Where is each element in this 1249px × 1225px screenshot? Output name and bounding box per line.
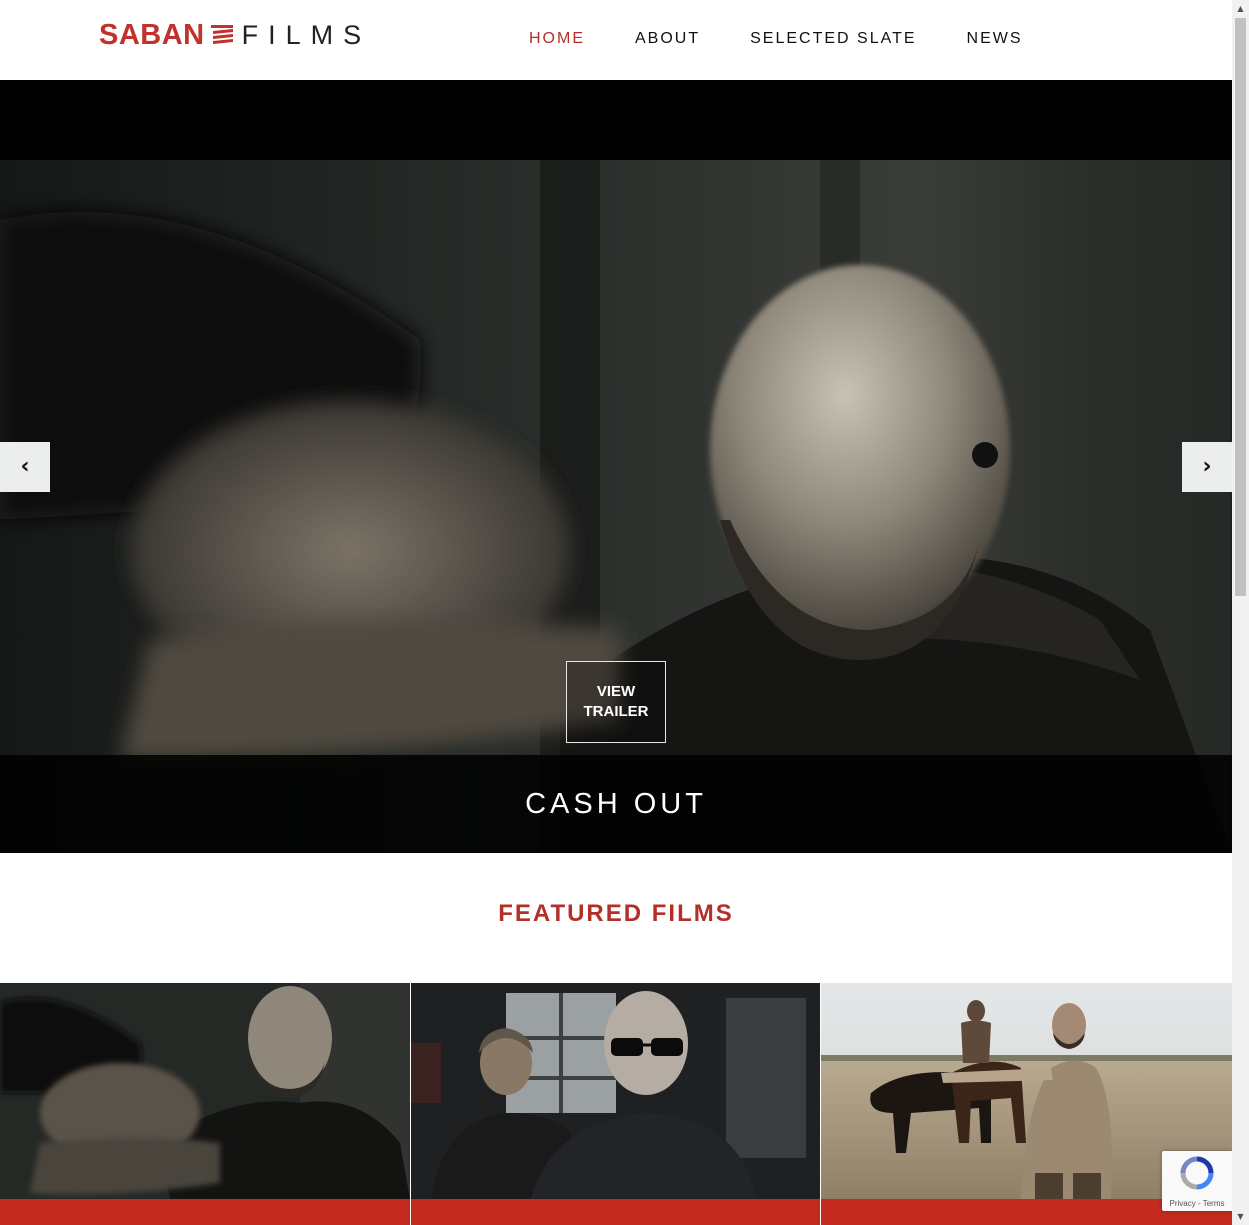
- chevron-left-icon: ‹: [20, 454, 30, 479]
- view-trailer-button[interactable]: VIEW TRAILER: [566, 661, 666, 743]
- slider-prev-button[interactable]: ‹: [0, 442, 50, 492]
- film-thumbnail-1: [0, 983, 410, 1199]
- hero-title: CASH OUT: [525, 787, 707, 820]
- featured-film-card-1[interactable]: [0, 983, 410, 1225]
- hero-letterbox: [0, 80, 1232, 160]
- nav-news[interactable]: NEWS: [967, 30, 1023, 48]
- logo-mark-icon: [210, 25, 233, 44]
- site-header: SABAN FILMS HOME ABOUT SELECTED SLATE NE…: [0, 0, 1232, 80]
- main-nav: HOME ABOUT SELECTED SLATE NEWS: [529, 30, 1073, 48]
- film-card-bar: [0, 1199, 410, 1225]
- nav-home[interactable]: HOME: [529, 30, 585, 48]
- slider-next-button[interactable]: ›: [1182, 442, 1232, 492]
- recaptcha-badge[interactable]: Privacy - Terms: [1162, 1151, 1232, 1211]
- hero-slider: ‹ › VIEW TRAILER CASH OUT: [0, 160, 1232, 853]
- scroll-thumb[interactable]: [1235, 18, 1246, 596]
- logo-brand: SABAN: [99, 18, 205, 51]
- featured-films-heading: FEATURED FILMS: [498, 900, 734, 927]
- page: SABAN FILMS HOME ABOUT SELECTED SLATE NE…: [0, 0, 1233, 1225]
- scroll-up-arrow-icon[interactable]: ▲: [1232, 0, 1249, 17]
- page-scrollbar[interactable]: ▲ ▼: [1232, 0, 1249, 1225]
- nav-about[interactable]: ABOUT: [635, 30, 700, 48]
- recaptcha-links[interactable]: Privacy - Terms: [1162, 1199, 1232, 1208]
- scroll-down-arrow-icon[interactable]: ▼: [1232, 1208, 1249, 1225]
- site-logo[interactable]: SABAN FILMS: [99, 18, 372, 51]
- chevron-right-icon: ›: [1202, 454, 1212, 479]
- featured-film-card-2[interactable]: [410, 983, 821, 1225]
- hero-caption: CASH OUT: [0, 755, 1232, 853]
- film-card-bar: [410, 1199, 821, 1225]
- film-thumbnail-2: [410, 983, 821, 1199]
- recaptcha-icon: [1180, 1156, 1214, 1190]
- hero-image: [0, 160, 1232, 853]
- nav-selected-slate[interactable]: SELECTED SLATE: [750, 30, 916, 48]
- logo-films: FILMS: [241, 19, 372, 50]
- featured-films-grid: [0, 983, 1233, 1225]
